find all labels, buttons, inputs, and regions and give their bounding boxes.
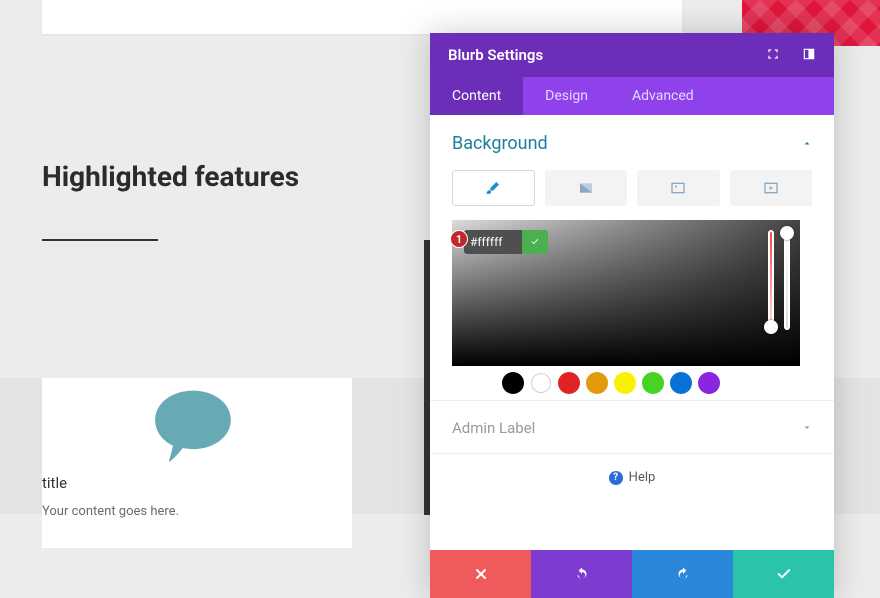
chevron-down-icon <box>802 419 812 437</box>
bg-type-color[interactable] <box>452 170 535 206</box>
help-row[interactable]: ? Help <box>430 453 834 501</box>
speech-bubble-icon <box>150 382 236 468</box>
expand-icon[interactable] <box>766 46 780 65</box>
swatch-red[interactable] <box>558 372 580 394</box>
bg-type-gradient[interactable] <box>545 170 628 206</box>
color-picker[interactable]: 1 <box>452 220 800 384</box>
section-background-label: Background <box>452 133 548 154</box>
swatch-purple[interactable] <box>698 372 720 394</box>
hex-input-group <box>464 230 548 254</box>
swatch-blue[interactable] <box>670 372 692 394</box>
bg-type-image[interactable] <box>637 170 720 206</box>
annotation-badge-1: 1 <box>450 230 468 248</box>
blurb-title: title <box>42 474 67 492</box>
swatch-white[interactable] <box>530 372 552 394</box>
settings-modal: Blurb Settings Content Design Advanced B… <box>430 33 834 598</box>
modal-footer <box>430 550 834 598</box>
hex-apply-button[interactable] <box>522 230 548 254</box>
modal-titlebar[interactable]: Blurb Settings <box>430 33 834 77</box>
help-icon: ? <box>609 471 623 485</box>
alpha-slider[interactable] <box>784 230 790 330</box>
color-swatches <box>502 372 720 394</box>
snap-icon[interactable] <box>802 46 816 65</box>
page-top-card <box>42 0 682 34</box>
cancel-button[interactable] <box>430 550 531 598</box>
tab-design[interactable]: Design <box>523 77 610 115</box>
hex-input[interactable] <box>464 235 522 249</box>
help-label: Help <box>629 470 656 485</box>
tab-content[interactable]: Content <box>430 77 523 115</box>
modal-tabs: Content Design Advanced <box>430 77 834 115</box>
save-button[interactable] <box>733 550 834 598</box>
undo-button[interactable] <box>531 550 632 598</box>
swatch-green[interactable] <box>642 372 664 394</box>
chevron-up-icon <box>802 137 812 151</box>
blurb-body: Your content goes here. <box>42 504 179 519</box>
page-heading: Highlighted features <box>42 160 362 193</box>
admin-label-text: Admin Label <box>452 419 535 437</box>
alpha-handle[interactable] <box>780 226 794 240</box>
heading-underline <box>42 239 158 241</box>
tab-advanced[interactable]: Advanced <box>610 77 716 115</box>
redo-button[interactable] <box>632 550 733 598</box>
bg-type-video[interactable] <box>730 170 813 206</box>
swatch-black[interactable] <box>502 372 524 394</box>
hue-slider[interactable] <box>768 230 774 330</box>
swatch-yellow[interactable] <box>614 372 636 394</box>
modal-title: Blurb Settings <box>448 46 543 64</box>
swatch-orange[interactable] <box>586 372 608 394</box>
section-admin-label[interactable]: Admin Label <box>430 400 834 453</box>
section-background-header[interactable]: Background <box>452 133 812 154</box>
hue-handle[interactable] <box>764 320 778 334</box>
background-type-row <box>452 170 812 206</box>
